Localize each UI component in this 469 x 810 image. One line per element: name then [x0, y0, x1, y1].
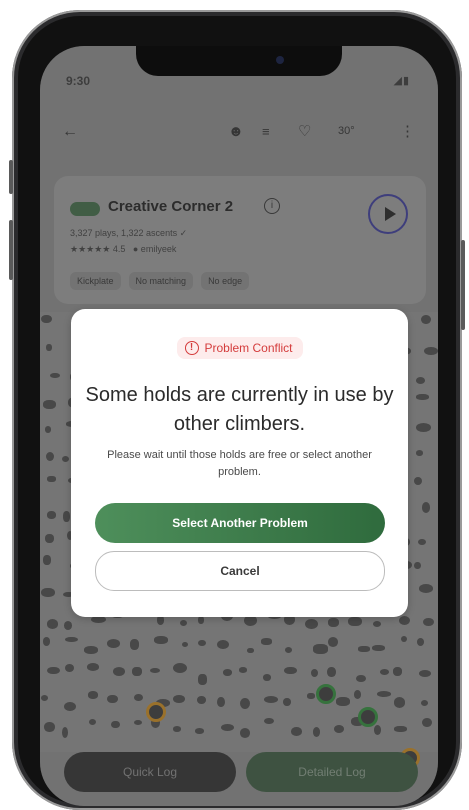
- problem-conflict-dialog: ! Problem Conflict Some holds are curren…: [71, 309, 408, 617]
- volume-up-button: [9, 220, 13, 280]
- cancel-button[interactable]: Cancel: [95, 551, 385, 591]
- alert-circle-icon: !: [184, 341, 199, 355]
- dialog-headline: Some holds are currently in use by other…: [85, 384, 394, 435]
- conflict-label: Problem Conflict: [204, 341, 293, 355]
- dialog-message: Please wait until those holds are free o…: [107, 449, 372, 478]
- notch: [136, 46, 342, 76]
- mute-switch: [9, 160, 13, 194]
- camera-dot: [276, 56, 284, 64]
- conflict-badge: ! Problem Conflict: [176, 337, 303, 359]
- select-another-problem-button[interactable]: Select Another Problem: [95, 503, 385, 543]
- power-button: [461, 240, 465, 330]
